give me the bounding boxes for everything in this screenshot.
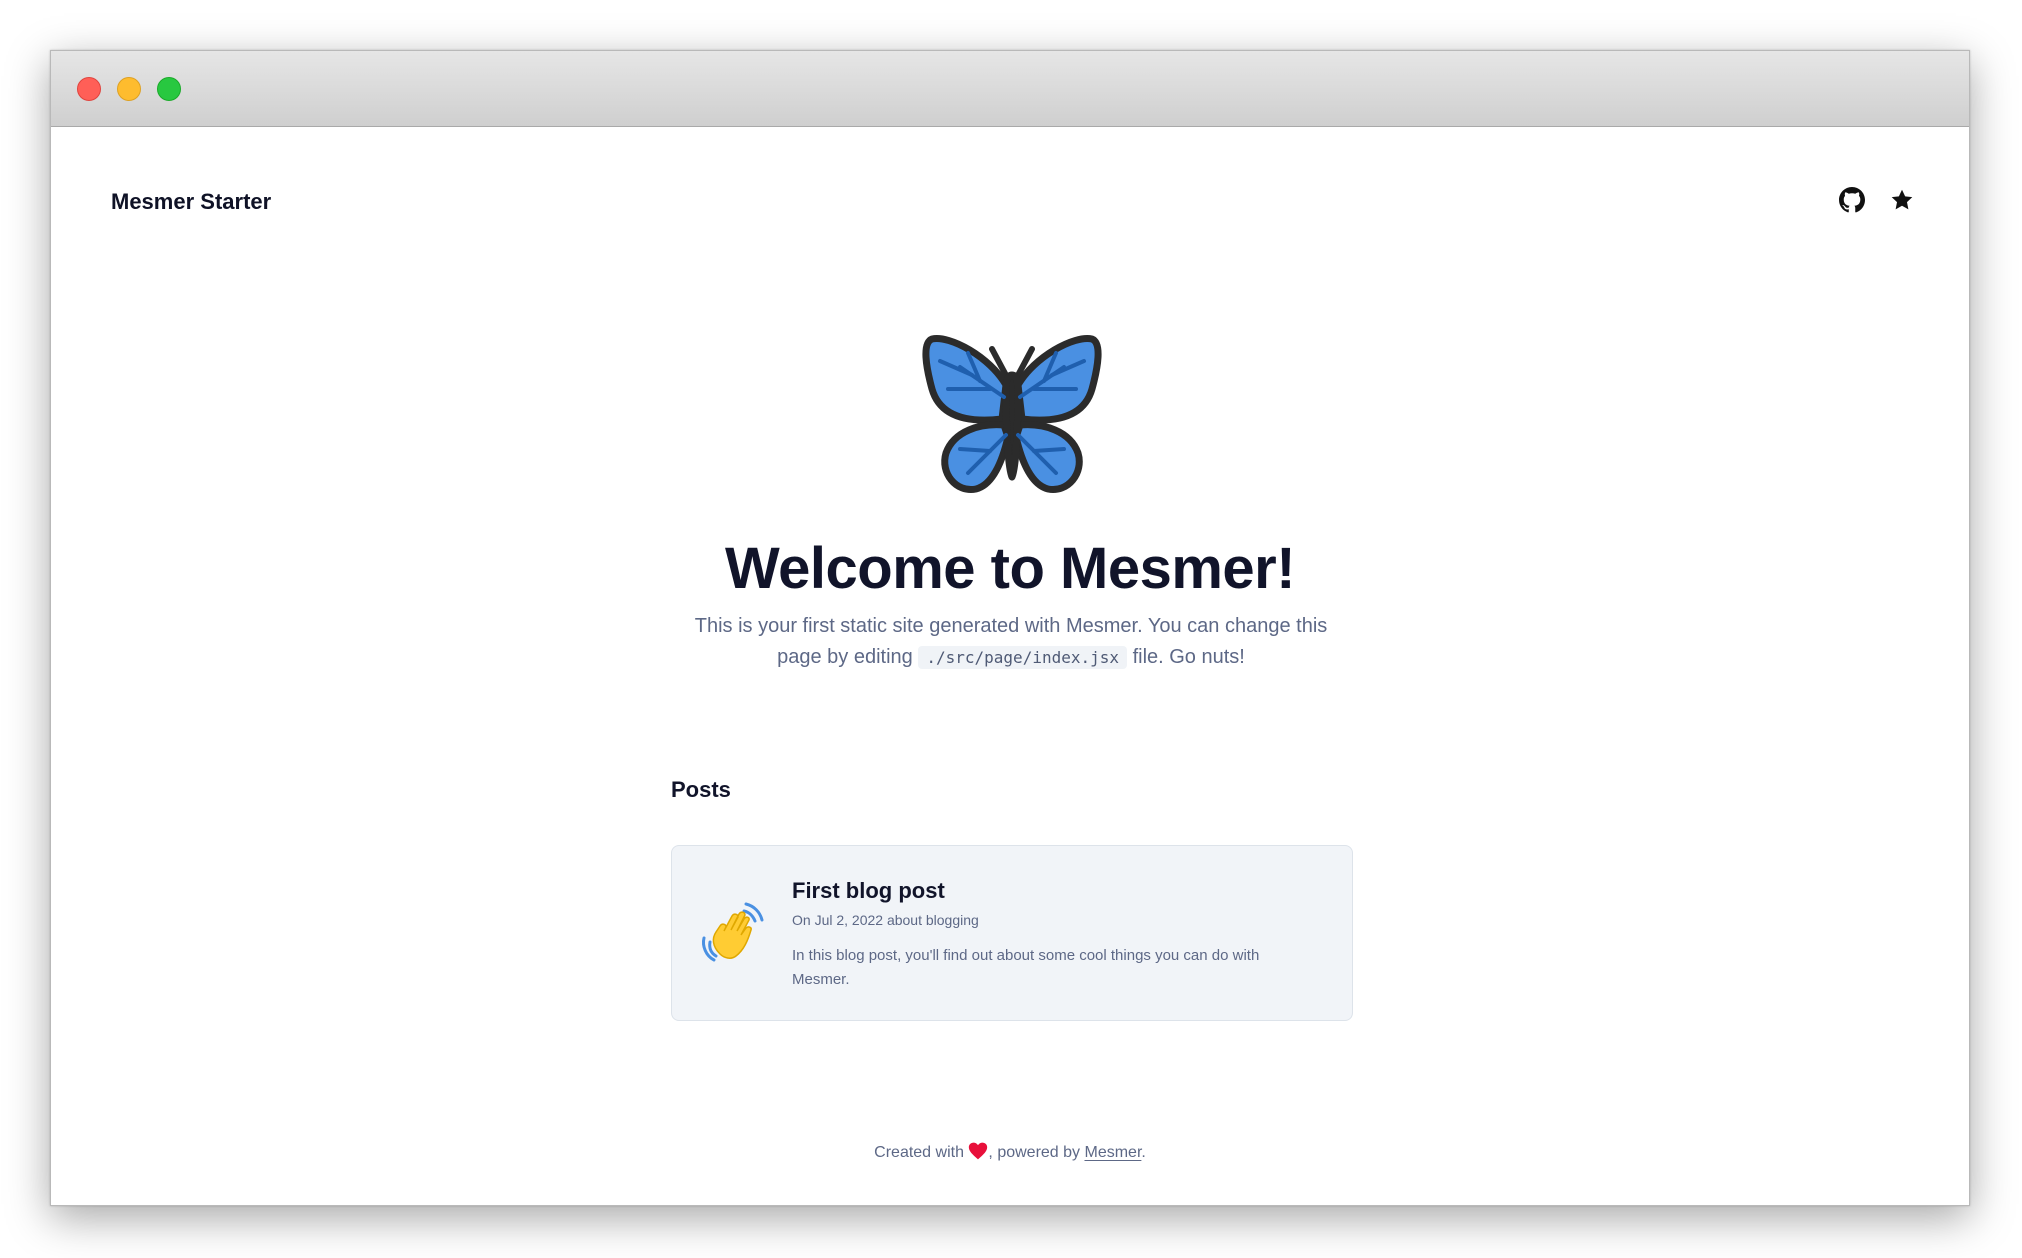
heart-icon bbox=[969, 1142, 988, 1160]
close-window-button[interactable] bbox=[77, 77, 101, 101]
footer: Created with , powered by Mesmer. bbox=[51, 1141, 1969, 1162]
posts-heading: Posts bbox=[671, 777, 731, 802]
footer-prefix: Created with bbox=[874, 1144, 969, 1161]
hero-description: This is your first static site generated… bbox=[691, 611, 1331, 673]
page-title: Welcome to Mesmer! bbox=[724, 536, 1296, 601]
post-meta: On Jul 2, 2022 about blogging bbox=[792, 912, 979, 928]
post-excerpt: In this blog post, you'll find out about… bbox=[792, 947, 1260, 988]
code-snippet: ./src/page/index.jsx bbox=[918, 646, 1128, 669]
page-content: Mesmer Starter Welcome to Mesmer! This i… bbox=[51, 127, 1969, 1205]
post-card[interactable]: First blog post On Jul 2, 2022 about blo… bbox=[671, 845, 1353, 1021]
mesmer-link[interactable]: Mesmer bbox=[1084, 1144, 1141, 1161]
waving-hand-icon bbox=[702, 902, 764, 962]
maximize-window-button[interactable] bbox=[157, 77, 181, 101]
site-title[interactable]: Mesmer Starter bbox=[111, 189, 271, 215]
butterfly-logo-icon bbox=[922, 335, 1102, 493]
star-icon[interactable] bbox=[1889, 187, 1915, 213]
browser-window: Mesmer Starter Welcome to Mesmer! This i… bbox=[50, 50, 1970, 1206]
github-icon[interactable] bbox=[1839, 187, 1865, 213]
window-titlebar bbox=[51, 51, 1969, 127]
footer-suffix: . bbox=[1141, 1144, 1146, 1161]
hero-text-after: file. Go nuts! bbox=[1127, 646, 1245, 668]
footer-middle: , powered by bbox=[988, 1144, 1085, 1161]
minimize-window-button[interactable] bbox=[117, 77, 141, 101]
post-title[interactable]: First blog post bbox=[792, 878, 945, 904]
